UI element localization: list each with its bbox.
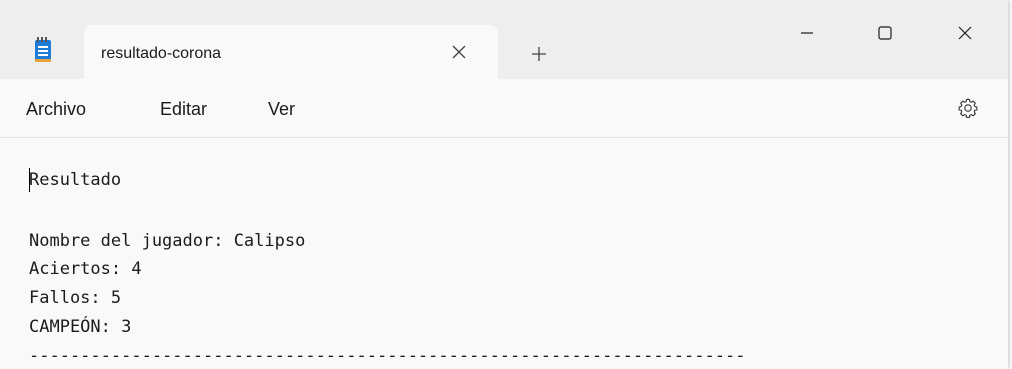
editor-line: Aciertos: 4 — [29, 259, 142, 279]
maximize-icon[interactable] — [862, 10, 908, 56]
tab-resultado-corona[interactable]: resultado-corona — [84, 25, 498, 79]
menu-editar[interactable]: Editar — [160, 99, 207, 120]
menu-bar: Archivo Editar Ver — [0, 79, 1008, 138]
notepad-icon — [34, 37, 52, 63]
editor-line: Resultado — [29, 170, 122, 190]
menu-archivo[interactable]: Archivo — [26, 99, 86, 120]
menu-ver[interactable]: Ver — [268, 99, 295, 120]
editor-line: Fallos: 5 — [29, 288, 122, 308]
title-bar[interactable]: resultado-corona — [0, 0, 1008, 79]
editor-line: ----------------------------------------… — [29, 346, 746, 366]
minimize-icon[interactable] — [784, 10, 830, 56]
editor-line: Nombre del jugador: Calipso — [29, 231, 306, 251]
close-icon[interactable] — [942, 10, 988, 56]
text-editor[interactable]: Resultado Nombre del jugador: Calipso Ac… — [0, 138, 1008, 369]
editor-line: CAMPEÓN: 3 — [29, 317, 132, 337]
gear-icon[interactable] — [955, 95, 981, 121]
tab-title: resultado-corona — [101, 45, 222, 62]
close-tab-icon[interactable] — [444, 37, 474, 67]
new-tab-icon[interactable] — [523, 38, 555, 70]
notepad-window: resultado-corona Archivo Editar Ver Resu… — [0, 0, 1008, 369]
